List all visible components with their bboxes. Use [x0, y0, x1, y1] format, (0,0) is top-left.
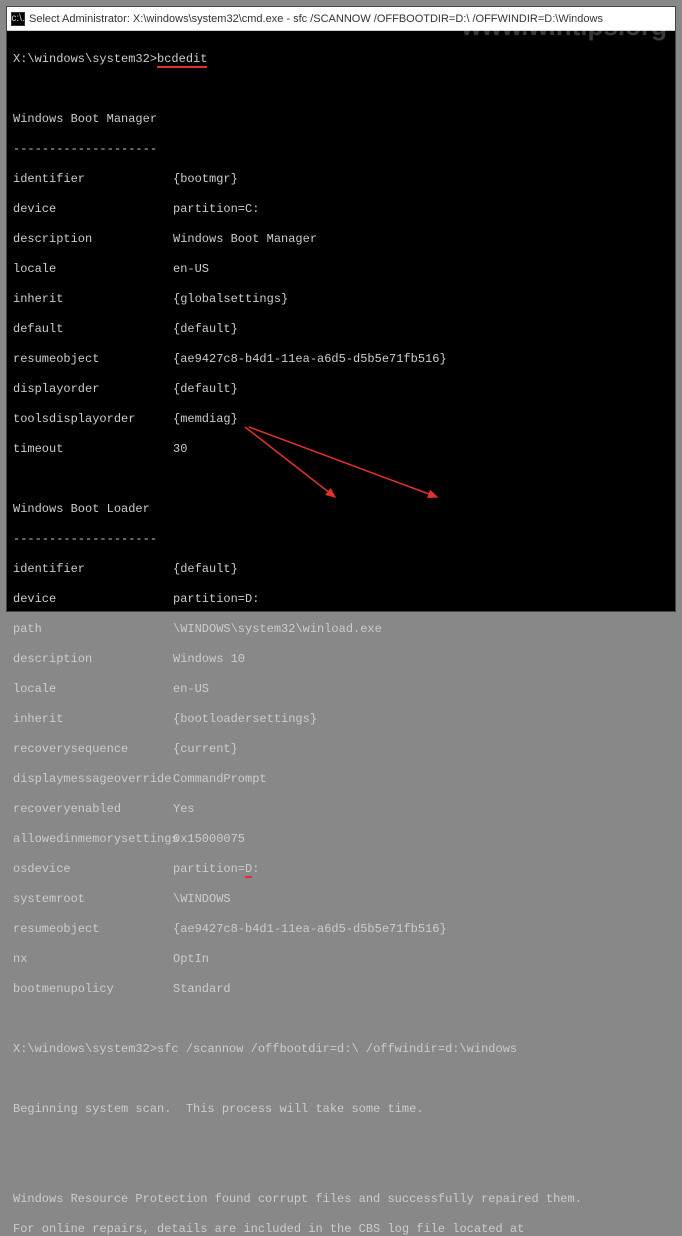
prompt-line-2: X:\windows\system32>sfc /scannow /offboo…	[13, 1042, 669, 1057]
kv: displayorder{default}	[13, 382, 669, 397]
kv: timeout30	[13, 442, 669, 457]
kv: resumeobject{ae9427c8-b4d1-11ea-a6d5-d5b…	[13, 922, 669, 937]
kv: localeen-US	[13, 262, 669, 277]
kv: inherit{globalsettings}	[13, 292, 669, 307]
terminal-output[interactable]: X:\windows\system32>bcdedit Windows Boot…	[7, 31, 675, 1236]
kv: allowedinmemorysettings0x15000075	[13, 832, 669, 847]
prompt-path: X:\windows\system32>	[13, 1042, 157, 1056]
kv: inherit{bootloadersettings}	[13, 712, 669, 727]
kv: default{default}	[13, 322, 669, 337]
blank	[13, 1162, 669, 1177]
prompt-line-1: X:\windows\system32>bcdedit	[13, 52, 669, 67]
kv: toolsdisplayorder{memdiag}	[13, 412, 669, 427]
kv: devicepartition=D:	[13, 592, 669, 607]
cmd-sfc: sfc /scannow /offbootdir=d:\ /offwindir=…	[157, 1042, 517, 1056]
blank	[13, 1072, 669, 1087]
cmd-bcdedit: bcdedit	[157, 52, 207, 68]
cmd-window: c:\. Select Administrator: X:\windows\sy…	[6, 6, 676, 612]
dashes: --------------------	[13, 142, 669, 157]
wbm-header: Windows Boot Manager	[13, 112, 669, 127]
blank	[13, 82, 669, 97]
kv: nxOptIn	[13, 952, 669, 967]
kv: localeen-US	[13, 682, 669, 697]
scan-msg: Beginning system scan. This process will…	[13, 1102, 669, 1117]
kv: descriptionWindows Boot Manager	[13, 232, 669, 247]
window-title: Select Administrator: X:\windows\system3…	[29, 13, 603, 25]
kv: recoveryenabledYes	[13, 802, 669, 817]
kv: path\WINDOWS\system32\winload.exe	[13, 622, 669, 637]
wbl-header: Windows Boot Loader	[13, 502, 669, 517]
window-titlebar[interactable]: c:\. Select Administrator: X:\windows\sy…	[7, 7, 675, 31]
kv: bootmenupolicyStandard	[13, 982, 669, 997]
kv: resumeobject{ae9427c8-b4d1-11ea-a6d5-d5b…	[13, 352, 669, 367]
kv: identifier{bootmgr}	[13, 172, 669, 187]
result-line: For online repairs, details are included…	[13, 1222, 669, 1236]
blank	[13, 1132, 669, 1147]
osdevice-drive: D	[245, 862, 252, 878]
result-line: Windows Resource Protection found corrup…	[13, 1192, 669, 1207]
kv: devicepartition=C:	[13, 202, 669, 217]
prompt-path: X:\windows\system32>	[13, 52, 157, 66]
kv: descriptionWindows 10	[13, 652, 669, 667]
kv: displaymessageoverrideCommandPrompt	[13, 772, 669, 787]
kv: systemroot\WINDOWS	[13, 892, 669, 907]
blank	[13, 472, 669, 487]
dashes: --------------------	[13, 532, 669, 547]
kv: recoverysequence{current}	[13, 742, 669, 757]
cmd-icon: c:\.	[11, 12, 25, 26]
kv: identifier{default}	[13, 562, 669, 577]
blank	[13, 1012, 669, 1027]
kv-osdevice: osdevicepartition=D:	[13, 862, 669, 877]
